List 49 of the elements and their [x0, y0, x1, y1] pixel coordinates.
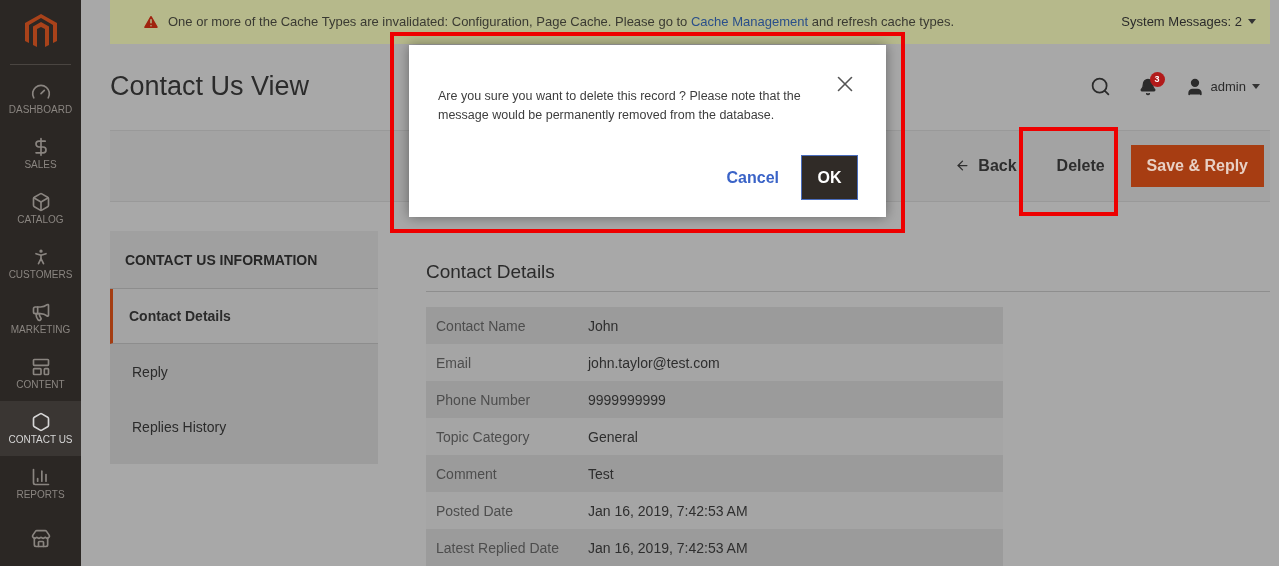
bell-icon[interactable] — [1138, 77, 1157, 96]
panel-title: CONTACT US INFORMATION — [110, 231, 378, 289]
sidebar-item[interactable]: MARKETING — [0, 291, 81, 347]
layout-icon — [30, 357, 51, 378]
box-icon — [30, 192, 51, 213]
megaphone-icon — [30, 302, 51, 323]
user-menu[interactable]: admin — [1184, 76, 1260, 97]
notification-badge: 3 — [1149, 71, 1165, 87]
section-title: Contact Details — [426, 261, 1270, 292]
bar-chart-icon — [30, 467, 51, 488]
field-label: Posted Date — [435, 502, 515, 519]
dialog-message: Are you sure you want to delete this record ? Please note that the message would be permanently removed from the database. — [438, 88, 802, 124]
hexagon-icon — [30, 412, 51, 433]
ok-button[interactable]: OK — [801, 155, 858, 200]
field-value: john.taylor@test.com — [588, 354, 720, 371]
search-icon[interactable] — [1089, 76, 1111, 98]
field-label: Comment — [435, 465, 498, 482]
panel-tab[interactable]: Contact Details — [110, 289, 378, 344]
sidebar-item[interactable]: SALES — [0, 126, 81, 182]
notice-text: One or more of the Cache Types are invalidated: Configuration, Page Cache. Please go to Cache Management and refresh cache types. — [168, 14, 956, 30]
delete-button[interactable]: Delete — [1042, 146, 1119, 185]
back-button[interactable]: Back — [941, 146, 1031, 185]
page-title: Contact Us View — [110, 71, 310, 103]
field-label: Topic Category — [435, 428, 531, 445]
sidebar-item[interactable]: CATALOG — [0, 181, 81, 237]
field-label: Phone Number — [435, 391, 532, 408]
cancel-button[interactable]: Cancel — [722, 160, 783, 195]
field-value: Jan 16, 2019, 7:42:53 AM — [588, 539, 748, 556]
field-label: Email — [435, 354, 472, 371]
panel-tab[interactable]: Reply — [110, 344, 378, 399]
sidebar-item[interactable]: REPORTS — [0, 456, 81, 512]
sidebar-item[interactable]: DASHBOARD — [0, 71, 81, 127]
caret-icon — [1248, 19, 1256, 25]
field-value: Jan 16, 2019, 7:42:53 AM — [588, 502, 748, 519]
field-value: 9999999999 — [588, 391, 666, 408]
field-value: John — [588, 317, 619, 334]
sidebar-item[interactable]: CUSTOMERS — [0, 236, 81, 292]
field-label: Contact Name — [435, 317, 527, 334]
system-messages-dropdown[interactable]: System Messages: 2 — [1121, 14, 1256, 30]
panel-tab[interactable]: Replies History — [110, 399, 378, 454]
cache-management-link[interactable]: Cache Management — [691, 14, 809, 30]
field-value: Test — [588, 465, 614, 482]
save-reply-button[interactable]: Save & Reply — [1130, 144, 1264, 187]
sidebar-item[interactable]: CONTACT US — [0, 401, 81, 457]
store-icon — [30, 528, 51, 549]
field-label: Latest Replied Date — [435, 539, 560, 556]
caret-icon — [1252, 84, 1260, 90]
field-value: General — [588, 428, 638, 445]
sidebar-item[interactable]: CONTENT — [0, 346, 81, 402]
